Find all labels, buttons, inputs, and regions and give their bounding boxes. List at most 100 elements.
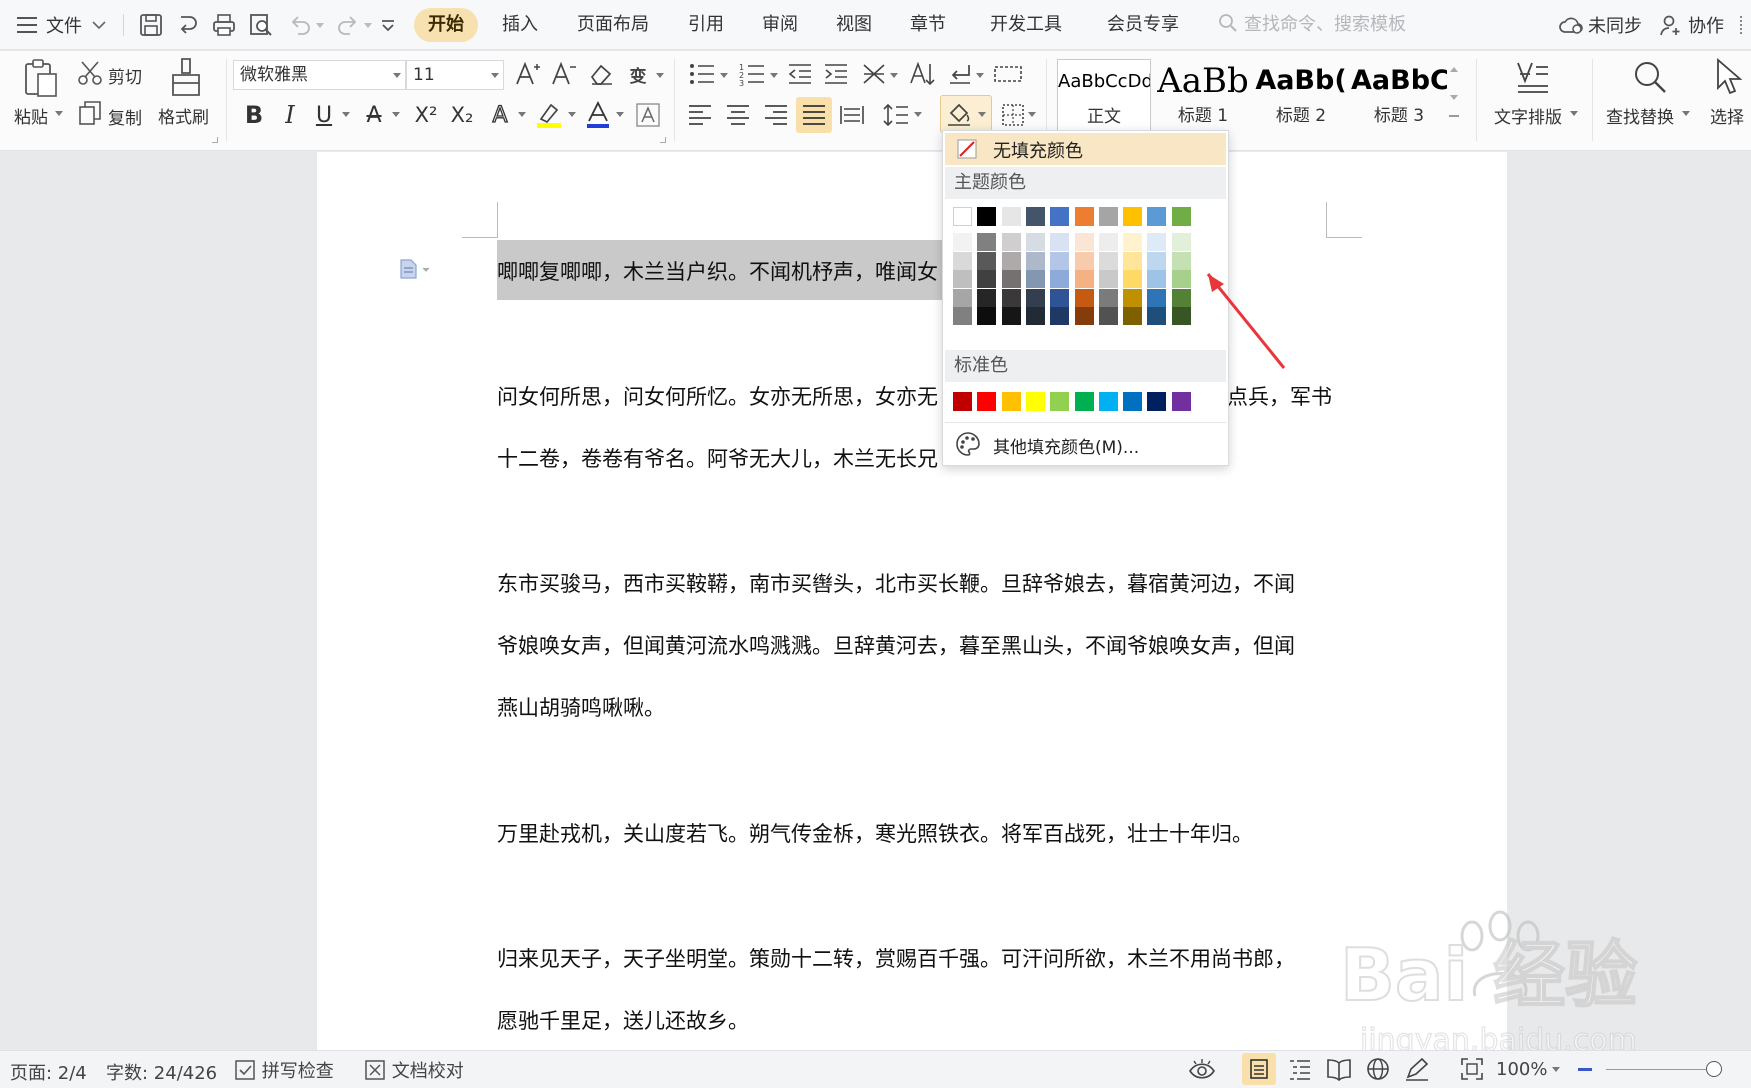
theme-shade-swatch[interactable] <box>1074 233 1094 251</box>
collaborate-button[interactable]: 协作 <box>1660 0 1724 50</box>
tab-review[interactable]: 审阅 <box>748 8 812 42</box>
tab-view[interactable]: 视图 <box>822 8 886 42</box>
shading-fill-button[interactable] <box>940 95 992 133</box>
theme-shade-swatch[interactable] <box>1050 270 1070 288</box>
document-proof-button[interactable]: 文档校对 <box>364 1057 464 1083</box>
format-painter-label[interactable]: 格式刷 <box>158 103 209 128</box>
style-heading-2[interactable]: AaBb( 标题 2 <box>1253 59 1349 133</box>
cut-label[interactable]: 剪切 <box>108 63 142 88</box>
style-normal[interactable]: AaBbCcDd 正文 <box>1057 59 1151 133</box>
theme-shade-swatch[interactable] <box>1025 270 1045 288</box>
font-size-dropdown[interactable] <box>491 73 499 78</box>
print-preview-icon[interactable] <box>248 12 274 38</box>
theme-shade-swatch[interactable] <box>1098 307 1118 325</box>
paragraph-2-line-1[interactable]: 问女何所思，问女何所忆。女亦无所思，女亦无 <box>497 381 938 411</box>
fit-page-icon[interactable] <box>1460 1057 1484 1086</box>
highlight-icon[interactable] <box>534 99 564 131</box>
paste-icon[interactable] <box>20 57 62 99</box>
tab-home[interactable]: 开始 <box>414 8 478 42</box>
justify-icon[interactable] <box>796 97 832 133</box>
theme-shade-swatch[interactable] <box>1123 251 1143 270</box>
align-center-icon[interactable] <box>724 99 752 131</box>
standard-color-swatch[interactable] <box>953 392 972 411</box>
strikethrough-dropdown[interactable] <box>392 112 400 117</box>
theme-shade-swatch[interactable] <box>1147 233 1167 251</box>
theme-shade-swatch[interactable] <box>1171 288 1191 307</box>
zoom-level[interactable]: 100% <box>1496 1059 1547 1080</box>
more-options-icon[interactable] <box>1740 16 1743 34</box>
zoom-dropdown[interactable] <box>1552 1067 1560 1072</box>
theme-shade-swatch[interactable] <box>1025 251 1045 270</box>
theme-shade-swatch[interactable] <box>1171 233 1191 251</box>
zoom-slider-track[interactable] <box>1606 1069 1710 1070</box>
no-fill-option[interactable]: 无填充颜色 <box>945 133 1226 165</box>
tab-insert[interactable]: 插入 <box>488 8 552 42</box>
theme-shade-swatch[interactable] <box>1074 288 1094 307</box>
theme-shade-swatch[interactable] <box>1050 233 1070 251</box>
paragraph-4-line-1[interactable]: 万里赴戎机，关山度若飞。朔气传金柝，寒光照铁衣。将军百战死，壮士十年归。 <box>497 818 1253 848</box>
theme-color-swatch[interactable] <box>1025 207 1045 226</box>
page-view-icon[interactable] <box>1242 1053 1276 1085</box>
standard-color-swatch[interactable] <box>1025 392 1045 411</box>
theme-shade-swatch[interactable] <box>977 251 997 270</box>
standard-color-swatch[interactable] <box>1171 392 1191 411</box>
theme-shade-swatch[interactable] <box>1001 307 1021 325</box>
char-border-icon[interactable] <box>634 99 662 131</box>
find-replace-icon[interactable] <box>1630 57 1670 97</box>
styles-scroll[interactable] <box>1446 59 1462 133</box>
spell-check-button[interactable]: 拼写检查 <box>234 1057 334 1083</box>
bullet-list-icon[interactable] <box>688 59 716 89</box>
sort-icon[interactable] <box>908 59 936 89</box>
undo-icon[interactable] <box>287 12 313 38</box>
theme-shade-swatch[interactable] <box>1147 288 1167 307</box>
theme-shade-swatch[interactable] <box>1171 307 1191 325</box>
print-icon[interactable] <box>211 12 237 38</box>
file-menu[interactable]: 文件 <box>16 0 106 50</box>
subscript-icon[interactable]: X₂ <box>446 99 478 131</box>
theme-color-swatch[interactable] <box>1147 207 1167 226</box>
select-label[interactable]: 选择 <box>1710 103 1744 128</box>
theme-color-swatch[interactable] <box>953 207 972 226</box>
theme-shade-swatch[interactable] <box>953 270 972 288</box>
paragraph-2-line-1-end[interactable]: 点兵，军书 <box>1227 381 1332 411</box>
theme-shade-swatch[interactable] <box>953 288 972 307</box>
pen-icon[interactable] <box>1404 1057 1430 1086</box>
copy-icon[interactable] <box>76 99 104 127</box>
page-indicator[interactable]: 页面: 2/4 <box>10 1059 87 1085</box>
paragraph-menu-icon[interactable] <box>398 258 430 280</box>
redo-icon[interactable] <box>335 12 361 38</box>
theme-shade-swatch[interactable] <box>953 251 972 270</box>
tab-developer[interactable]: 开发工具 <box>976 8 1076 42</box>
theme-shade-swatch[interactable] <box>953 233 972 251</box>
borders-dropdown[interactable] <box>1028 112 1036 117</box>
font-size-select[interactable]: 11 <box>406 60 504 90</box>
theme-color-swatch[interactable] <box>1098 207 1118 226</box>
pinyin-dropdown[interactable] <box>656 73 664 78</box>
standard-color-swatch[interactable] <box>1050 392 1070 411</box>
theme-shade-swatch[interactable] <box>977 307 997 325</box>
theme-color-swatch[interactable] <box>1001 207 1021 226</box>
paragraph-5-line-2[interactable]: 愿驰千里足，送儿还故乡。 <box>497 1005 749 1035</box>
more-fill-colors-option[interactable]: 其他填充颜色(M)... <box>945 425 1226 463</box>
bold-icon[interactable]: B <box>240 99 268 131</box>
theme-color-swatch[interactable] <box>1074 207 1094 226</box>
theme-shade-swatch[interactable] <box>1050 307 1070 325</box>
line-spacing-dropdown[interactable] <box>914 112 922 117</box>
tab-references[interactable]: 引用 <box>674 8 738 42</box>
styles-scroll-down[interactable] <box>1450 95 1458 100</box>
theme-shade-swatch[interactable] <box>977 270 997 288</box>
paragraph-3-line-2[interactable]: 爷娘唤女声，但闻黄河流水鸣溅溅。旦辞黄河去，暮至黑山头，不闻爷娘唤女声，但闻 <box>497 630 1295 660</box>
undo-dropdown[interactable] <box>316 23 324 28</box>
paste-label[interactable]: 粘贴 <box>14 103 48 128</box>
style-heading-1[interactable]: AaBb 标题 1 <box>1155 59 1251 133</box>
export-icon[interactable] <box>175 12 201 38</box>
text-layout-icon[interactable] <box>1514 57 1552 97</box>
theme-shade-swatch[interactable] <box>1147 270 1167 288</box>
standard-color-swatch[interactable] <box>1147 392 1167 411</box>
standard-color-swatch[interactable] <box>1074 392 1094 411</box>
font-name-select[interactable]: 微软雅黑 <box>233 60 406 90</box>
theme-shade-swatch[interactable] <box>1050 288 1070 307</box>
shrink-font-icon[interactable] <box>550 59 578 89</box>
scissors-icon[interactable] <box>76 59 104 87</box>
chinese-layout-icon[interactable] <box>860 59 888 89</box>
